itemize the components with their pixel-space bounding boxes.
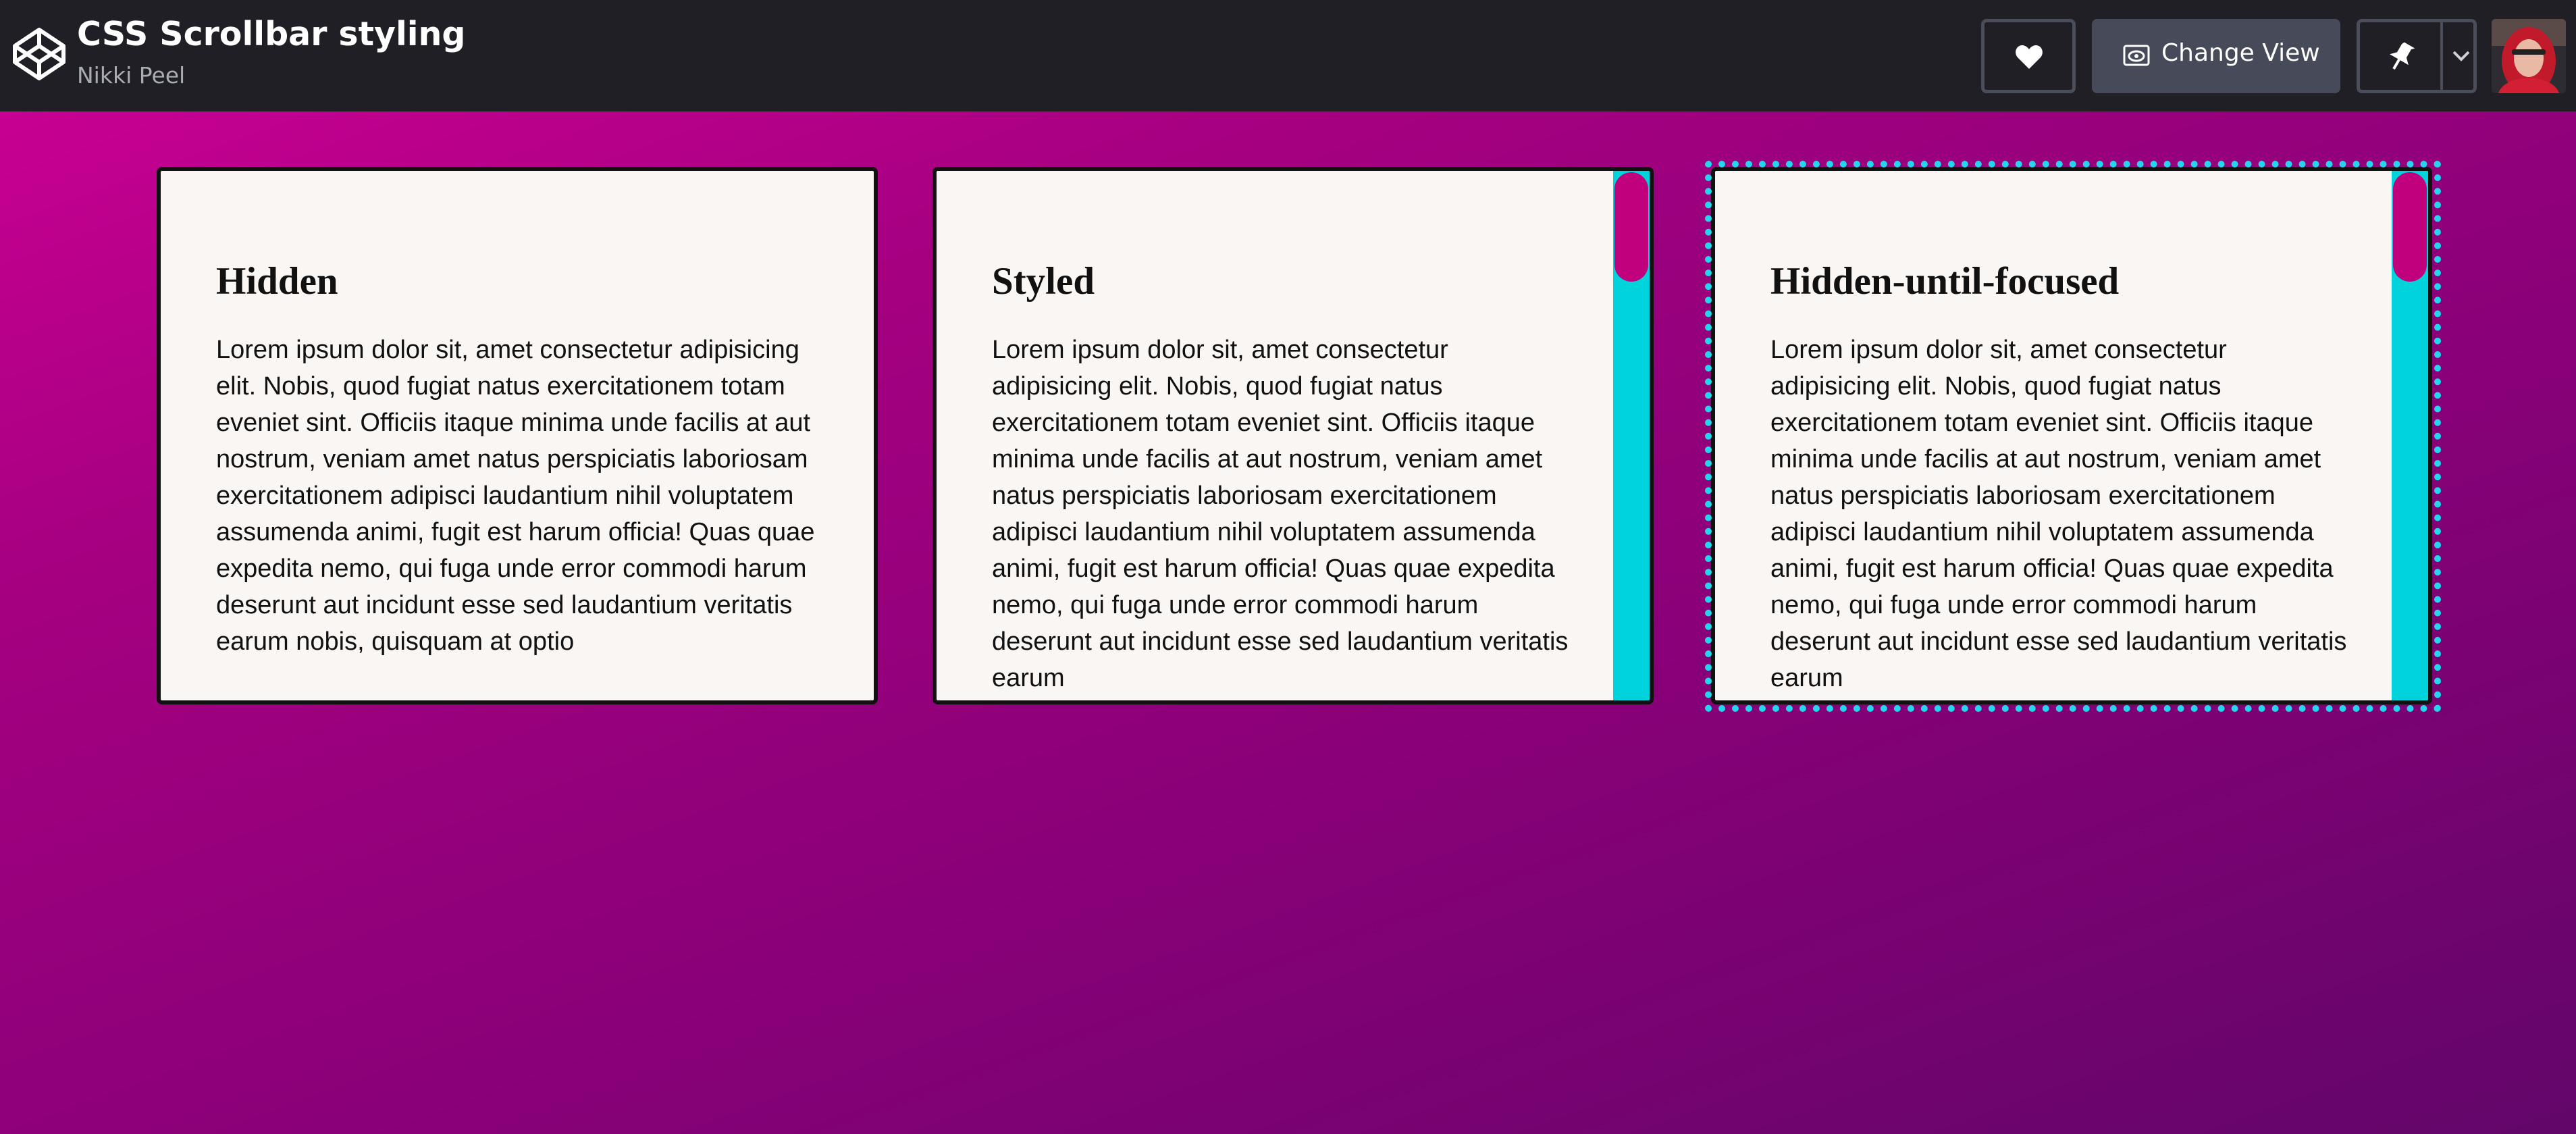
heart-button[interactable] xyxy=(1981,19,2076,93)
card-text: Lorem ipsum dolor sit, amet consectetur … xyxy=(992,336,1569,692)
scrollbar-track[interactable] xyxy=(1613,171,1650,700)
card-title: Styled xyxy=(992,260,1095,303)
user-avatar[interactable] xyxy=(2492,19,2566,93)
scrollbar-thumb[interactable] xyxy=(2393,172,2427,282)
codepen-logo-icon[interactable] xyxy=(11,26,68,82)
card-text: Lorem ipsum dolor sit, amet consectetur … xyxy=(216,336,815,656)
card-title: Hidden xyxy=(216,260,338,303)
heart-icon xyxy=(2016,45,2043,69)
pin-icon xyxy=(2390,42,2415,70)
pen-author[interactable]: Nikki Peel xyxy=(77,62,185,88)
card-content: Styled Lorem ipsum dolor sit, amet conse… xyxy=(992,257,1571,696)
scroll-card-hidden[interactable]: Hidden Lorem ipsum dolor sit, amet conse… xyxy=(157,167,878,704)
scrollbar-thumb[interactable] xyxy=(1614,172,1648,282)
card-text: Lorem ipsum dolor sit, amet consectetur … xyxy=(1770,336,2347,692)
scroll-card-hidden-until-focused[interactable]: Hidden-until-focused Lorem ipsum dolor s… xyxy=(1711,167,2432,704)
change-view-button[interactable]: Change View xyxy=(2092,19,2340,93)
change-view-label: Change View xyxy=(2161,39,2320,67)
pin-button[interactable] xyxy=(2357,19,2477,93)
pin-divider xyxy=(2440,22,2443,90)
scroll-card-styled[interactable]: Styled Lorem ipsum dolor sit, amet conse… xyxy=(932,167,1654,704)
card-title: Hidden-until-focused xyxy=(1770,260,2120,303)
card-content: Hidden-until-focused Lorem ipsum dolor s… xyxy=(1770,257,2350,696)
card-content: Hidden Lorem ipsum dolor sit, amet conse… xyxy=(216,257,831,660)
scrollbar-track[interactable] xyxy=(2392,171,2428,700)
eye-icon xyxy=(2123,45,2150,66)
pen-title: CSS Scrollbar styling xyxy=(77,15,466,53)
chevron-down-icon[interactable] xyxy=(2451,49,2471,63)
pen-header: CSS Scrollbar styling Nikki Peel Change … xyxy=(0,0,2576,111)
